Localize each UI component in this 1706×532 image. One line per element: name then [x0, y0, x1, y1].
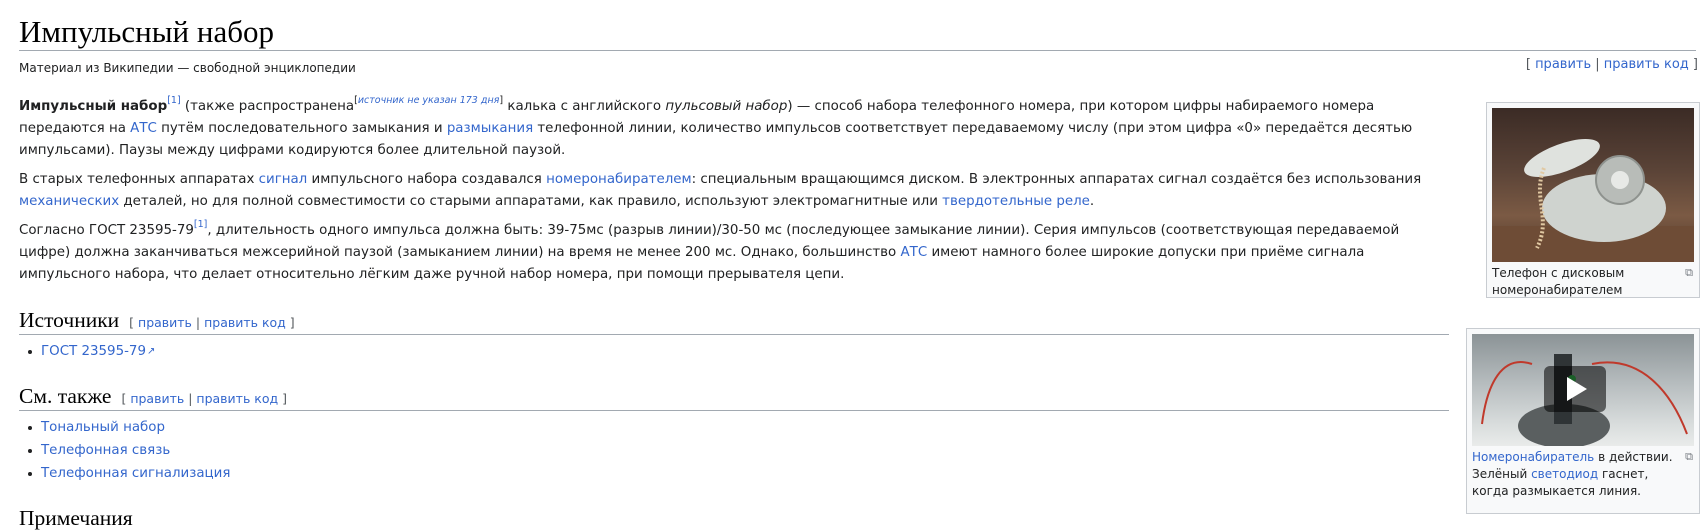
list-item: Телефонная связь — [27, 439, 230, 462]
reference-1-link[interactable]: [1] — [167, 95, 180, 106]
site-tagline: Материал из Википедии — свободной энцикл… — [19, 61, 356, 75]
edit-section-link[interactable]: править — [138, 315, 192, 330]
telephone-signaling-link[interactable]: Телефонная сигнализация — [41, 466, 230, 481]
solid-state-relay-link[interactable]: твердотельные реле — [942, 194, 1090, 209]
led-link[interactable]: светодиод — [1531, 467, 1598, 481]
figure-caption: Телефон с дисковым номеронабирателем — [1492, 266, 1625, 297]
enlarge-icon[interactable]: ⧉ — [1685, 450, 1693, 464]
paragraph-2: В старых телефонных аппаратах сигнал имп… — [19, 172, 1422, 209]
rotary-telephone-drawing — [1492, 139, 1694, 262]
external-link-icon: ↗ — [146, 346, 156, 357]
page-edit-links: [ править | править код ] — [1525, 57, 1698, 72]
figure-caption: Номеронабиратель в действии. Зелёный све… — [1472, 450, 1673, 498]
article-term: Импульсный набор — [19, 99, 168, 114]
sources-list: ГОСТ 23595-79↗ — [19, 340, 155, 363]
tone-dialing-link[interactable]: Тональный набор — [41, 420, 165, 435]
section-header-sources: Источники [ править | править код ] — [19, 306, 1449, 335]
mechanical-link[interactable]: механических — [19, 194, 119, 209]
figure-telephone: Телефон с дисковым номеронабирателем ⧉ — [1486, 102, 1700, 298]
rotary-telephone-image[interactable] — [1492, 108, 1694, 262]
telephone-link[interactable]: Телефонная связь — [41, 443, 170, 458]
list-item: Телефонная сигнализация — [27, 462, 230, 485]
ats-link[interactable]: АТС — [130, 121, 157, 136]
see-also-list: Тональный набор Телефонная связь Телефон… — [19, 416, 230, 485]
enlarge-icon[interactable]: ⧉ — [1685, 266, 1693, 280]
section-title-sources: Источники — [19, 308, 120, 332]
citation-needed: [источник не указан 173 дня] — [354, 95, 504, 106]
citation-needed-link[interactable]: источник не указан 173 дня — [358, 95, 500, 106]
edit-section-source-link[interactable]: править код — [204, 315, 286, 330]
play-icon[interactable] — [1544, 366, 1606, 412]
edit-page-link[interactable]: править — [1535, 57, 1591, 72]
nomeronabiratel-link[interactable]: номеронабирателем — [546, 172, 692, 187]
page-title: Импульсный набор — [19, 14, 274, 49]
section-edit-links: [ править | править код ] — [129, 315, 295, 330]
paragraph-3: Согласно ГОСТ 23595-79[1], длительность … — [19, 219, 1400, 282]
section-edit-links: [ править | править код ] — [121, 391, 287, 406]
figure-dialer-video: Номеронабиратель в действии. Зелёный све… — [1466, 328, 1700, 514]
section-title-see-also: См. также — [19, 384, 112, 408]
edit-section-source-link[interactable]: править код — [196, 391, 278, 406]
edit-page-source-link[interactable]: править код — [1604, 57, 1689, 72]
section-header-see-also: См. также [ править | править код ] — [19, 382, 1449, 411]
section-header-notes: Примечания — [19, 504, 1449, 532]
dialer-video-thumbnail[interactable] — [1472, 334, 1694, 446]
edit-section-link[interactable]: править — [130, 391, 184, 406]
ats-link-2[interactable]: АТС — [900, 245, 927, 260]
section-title-notes: Примечания — [19, 506, 133, 530]
list-item: ГОСТ 23595-79↗ — [27, 340, 156, 363]
paragraph-1: Импульсный набор[1] (также распространен… — [19, 95, 1413, 158]
list-item: Тональный набор — [27, 416, 230, 439]
gost-external-link[interactable]: ГОСТ 23595-79 — [41, 344, 146, 359]
reference-1-link-2[interactable]: [1] — [194, 219, 207, 230]
article-body: Импульсный набор[1] (также распространен… — [19, 96, 1449, 293]
razmykanie-link[interactable]: размыкания — [447, 121, 533, 136]
signal-link[interactable]: сигнал — [259, 172, 308, 187]
title-divider — [19, 50, 1696, 51]
nomeronabiratel-caption-link[interactable]: Номеронабиратель — [1472, 450, 1594, 464]
